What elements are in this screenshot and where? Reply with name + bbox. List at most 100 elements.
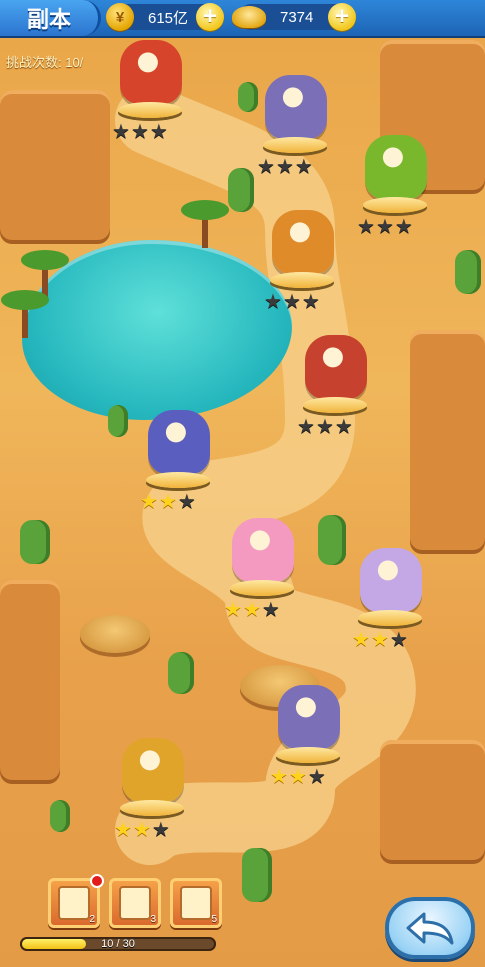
palm-tree: [181, 200, 229, 248]
stage-pedestal: [276, 747, 340, 763]
scroll-item-2[interactable]: 3: [109, 878, 161, 928]
star-filled-icon: ★: [242, 599, 261, 621]
add-ingot-button[interactable]: +: [328, 3, 356, 31]
hero-figure: [360, 548, 422, 612]
star-filled-icon: ★: [114, 819, 132, 841]
stage-green-knight[interactable]: ★ ★ ★: [138, 410, 218, 522]
stage-stars: ★ ★ ★: [270, 767, 326, 787]
scroll-item-3[interactable]: 5: [170, 878, 222, 928]
ingot-value: 7374: [280, 8, 314, 26]
hero-figure: [232, 518, 294, 582]
star-empty-icon: ★: [301, 291, 320, 313]
add-gold-button[interactable]: +: [196, 3, 224, 31]
stage-pineapple-warrior[interactable]: ★ ★ ★: [112, 738, 192, 850]
cactus: [455, 250, 481, 294]
stage-stars: ★ ★ ★: [357, 217, 413, 237]
star-filled-icon: ★: [224, 599, 242, 621]
stage-pedestal: [263, 137, 327, 153]
star-empty-icon: ★: [294, 156, 313, 178]
hero-figure: [120, 40, 182, 104]
stage-pedestal: [303, 397, 367, 413]
cliff-rock: [0, 580, 60, 780]
cactus: [168, 652, 194, 694]
stage-pedestal: [120, 800, 184, 816]
stage-spear-warrior[interactable]: ★ ★ ★: [295, 335, 375, 447]
star-filled-icon: ★: [158, 491, 177, 513]
cactus: [242, 848, 272, 902]
scroll-icon: [58, 886, 90, 920]
cactus: [108, 405, 128, 437]
star-empty-icon: ★: [257, 156, 275, 178]
ingot-currency: 7374 +: [232, 3, 356, 31]
stage-stars: ★ ★ ★: [264, 292, 320, 312]
stage-pedestal: [230, 580, 294, 596]
star-empty-icon: ★: [151, 819, 170, 841]
star-empty-icon: ★: [307, 766, 326, 788]
item-count: 3: [150, 914, 156, 925]
cactus: [50, 800, 70, 832]
stage-stars: ★ ★ ★: [257, 157, 313, 177]
cliff-rock: [410, 330, 485, 550]
star-empty-icon: ★: [261, 599, 280, 621]
cliff-rock: [380, 740, 485, 860]
hero-figure: [148, 410, 210, 474]
stage-green-beast[interactable]: ★ ★ ★: [355, 135, 435, 247]
challenge-count: 挑战次数: 10/: [6, 55, 84, 70]
gold-currency: ¥ 615亿 +: [106, 3, 224, 31]
stage-pig-warrior[interactable]: ★ ★ ★: [255, 75, 335, 187]
hero-figure: [305, 335, 367, 399]
cliff-rock: [0, 90, 110, 240]
star-empty-icon: ★: [282, 291, 301, 313]
back-arrow-icon: [406, 912, 454, 945]
stage-dragon-demon[interactable]: ★ ★ ★: [110, 40, 190, 152]
star-empty-icon: ★: [375, 216, 394, 238]
item-count: 5: [211, 914, 217, 925]
star-empty-icon: ★: [334, 416, 353, 438]
stage-pedestal: [363, 197, 427, 213]
scroll-item-1[interactable]: 2: [48, 876, 102, 928]
stage-pig-warrior-2[interactable]: ★ ★ ★: [268, 685, 348, 797]
scroll-icon: [119, 886, 151, 920]
back-button[interactable]: [385, 897, 475, 959]
hero-figure: [365, 135, 427, 199]
star-empty-icon: ★: [264, 291, 282, 313]
star-empty-icon: ★: [177, 491, 196, 513]
star-filled-icon: ★: [352, 629, 370, 651]
gold-ingot-icon: [232, 6, 266, 28]
stage-pedestal: [118, 102, 182, 118]
star-empty-icon: ★: [275, 156, 294, 178]
stage-stars: ★ ★ ★: [114, 820, 170, 840]
star-empty-icon: ★: [130, 121, 149, 143]
star-filled-icon: ★: [288, 766, 307, 788]
gold-coin-icon: ¥: [106, 3, 134, 31]
star-empty-icon: ★: [112, 121, 130, 143]
star-empty-icon: ★: [297, 416, 315, 438]
star-empty-icon: ★: [315, 416, 334, 438]
item-count: 2: [89, 914, 95, 925]
star-filled-icon: ★: [370, 629, 389, 651]
stage-pumpkin-mage[interactable]: ★ ★ ★: [262, 210, 342, 322]
notification-dot: [92, 876, 102, 886]
stage-pedestal: [270, 272, 334, 288]
star-empty-icon: ★: [389, 629, 408, 651]
stage-stars: ★ ★ ★: [224, 600, 280, 620]
hero-figure: [265, 75, 327, 139]
stage-old-sage[interactable]: ★ ★ ★: [350, 548, 430, 660]
cactus: [318, 515, 346, 565]
stage-stars: ★ ★ ★: [112, 122, 168, 142]
item-bar: 2 3 5: [48, 876, 222, 928]
cactus: [228, 168, 254, 212]
scroll-icon: [180, 886, 212, 920]
star-empty-icon: ★: [394, 216, 413, 238]
star-filled-icon: ★: [270, 766, 288, 788]
stage-pink-fairy[interactable]: ★ ★ ★: [222, 518, 302, 630]
star-empty-icon: ★: [149, 121, 168, 143]
hero-figure: [272, 210, 334, 274]
stage-stars: ★ ★ ★: [352, 630, 408, 650]
progress-bar: 10 / 30: [20, 937, 216, 951]
star-filled-icon: ★: [140, 491, 158, 513]
progress-text: 10 / 30: [101, 938, 135, 950]
cactus: [20, 520, 50, 564]
star-filled-icon: ★: [132, 819, 151, 841]
stage-pedestal: [146, 472, 210, 488]
